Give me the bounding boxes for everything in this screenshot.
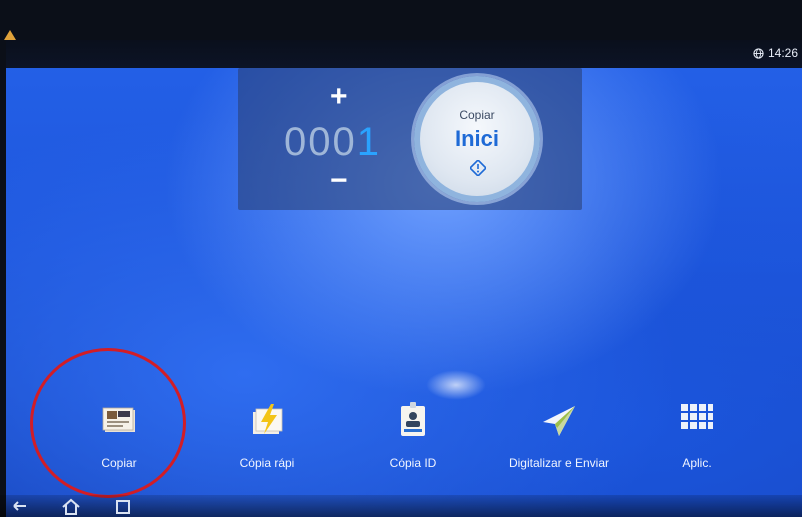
id-copy-icon xyxy=(401,402,425,436)
copy-count-last-digit: 1 xyxy=(356,120,381,164)
copy-count[interactable]: 0001 xyxy=(284,120,381,165)
navigation-bar xyxy=(0,495,802,517)
paper-plane-icon xyxy=(543,406,575,436)
device-screen: 14:26 + 0001 − Copiar Inici Copiar Cópia… xyxy=(0,0,802,517)
dock-label: Aplic. xyxy=(682,456,712,470)
increase-copies-button[interactable]: + xyxy=(330,82,348,112)
apps-grid-icon xyxy=(681,404,713,429)
dock-item-digitalizar[interactable]: Digitalizar e Enviar xyxy=(494,380,624,490)
start-copy-button[interactable]: Copiar Inici xyxy=(414,76,540,202)
globe-icon xyxy=(753,47,764,59)
dock-label: Cópia rápi xyxy=(239,456,295,470)
status-bar: 14:26 xyxy=(6,40,802,68)
dock-item-aplicacoes[interactable]: Aplic. xyxy=(632,380,762,490)
decrease-copies-button[interactable]: − xyxy=(330,166,348,196)
dock-item-copia-id[interactable]: Cópia ID xyxy=(348,380,478,490)
start-button-sublabel: Copiar xyxy=(459,108,495,122)
dock-label: Cópia ID xyxy=(389,456,437,470)
warning-icon xyxy=(4,30,16,40)
start-button-label: Inici xyxy=(454,126,499,151)
recent-apps-icon[interactable] xyxy=(112,497,134,515)
dock-label: Digitalizar e Enviar xyxy=(508,456,610,470)
copy-count-prefix: 000 xyxy=(284,120,357,164)
copy-counter-panel: + 0001 − Copiar Inici xyxy=(238,68,582,210)
status-clock-area: 14:26 xyxy=(753,46,798,60)
highlight-circle-annotation xyxy=(30,348,186,498)
back-icon[interactable] xyxy=(8,497,30,515)
home-icon[interactable] xyxy=(60,497,82,515)
clock-time: 14:26 xyxy=(767,46,798,60)
quick-copy-icon xyxy=(253,404,283,434)
dock-item-copia-rapida[interactable]: Cópia rápi xyxy=(202,380,332,490)
diamond-start-icon xyxy=(470,160,486,176)
